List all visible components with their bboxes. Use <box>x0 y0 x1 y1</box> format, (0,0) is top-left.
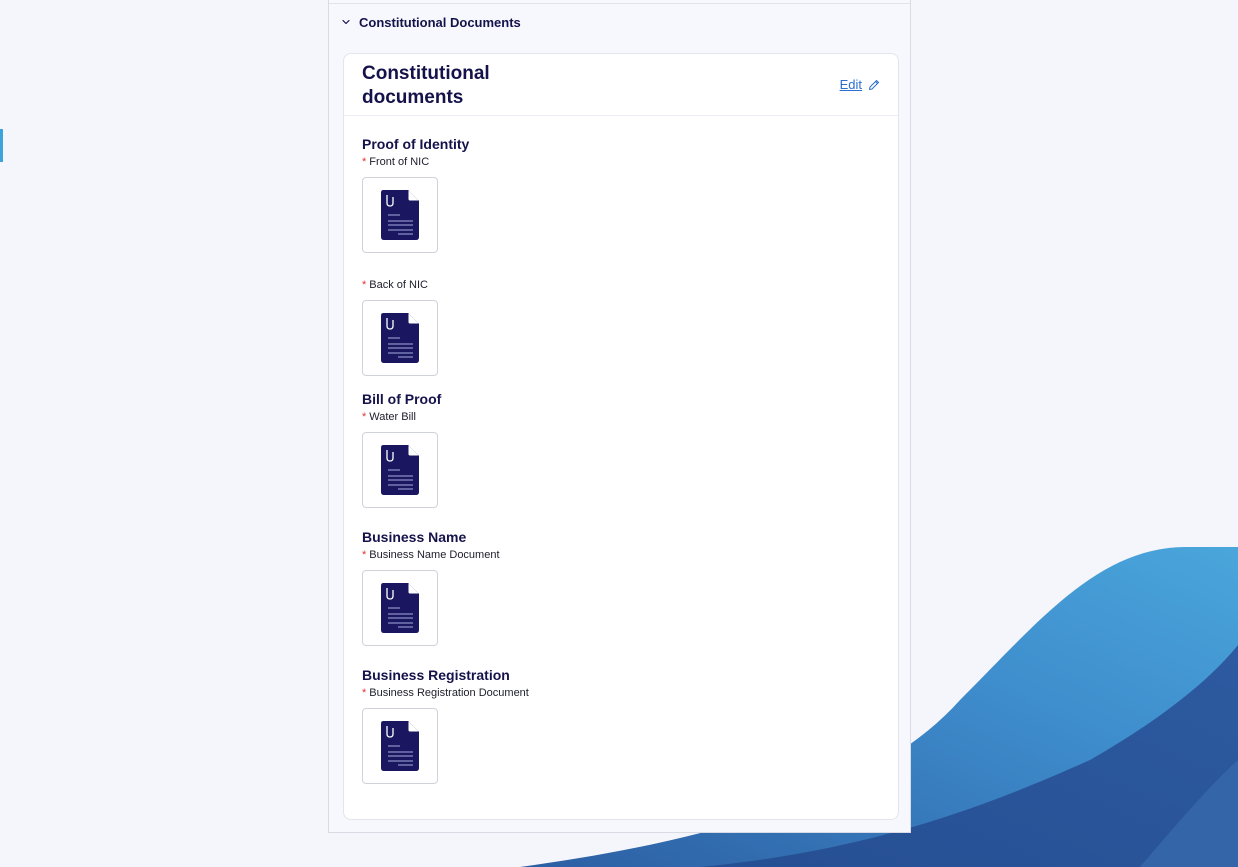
pencil-icon <box>869 79 879 90</box>
section-title: Business Name <box>362 529 467 545</box>
documents-card: Constitutional documents Edit Proof of I… <box>343 53 899 820</box>
section-proof-of-identity: Proof of Identity * Front of NIC * Back of… <box>362 135 469 376</box>
section-title: Bill of Proof <box>362 391 442 407</box>
document-icon <box>381 721 419 771</box>
required-marker: * <box>362 411 367 423</box>
document-thumbnail-front-of-nic[interactable] <box>362 177 438 253</box>
document-thumbnail-water-bill[interactable] <box>362 432 438 508</box>
section-title: Proof of Identity <box>362 136 470 152</box>
document-icon <box>381 313 419 363</box>
edit-label: Edit <box>839 77 862 92</box>
section-bill-of-proof: Bill of Proof * Water Bill <box>362 390 441 508</box>
card-header: Constitutional documents Edit <box>344 54 898 116</box>
required-marker: * <box>362 549 367 561</box>
document-icon <box>381 445 419 495</box>
required-marker: * <box>362 156 367 168</box>
accordion-title: Constitutional Documents <box>359 14 521 30</box>
document-thumbnail-back-of-nic[interactable] <box>362 300 438 376</box>
constitutional-documents-panel: Constitutional Documents Constitutional … <box>328 0 911 833</box>
field-label: * Front of NIC <box>362 156 430 168</box>
edit-button[interactable]: Edit <box>840 77 880 92</box>
document-thumbnail-business-registration[interactable] <box>362 708 438 784</box>
chevron-down-icon <box>342 19 350 25</box>
field-label: * Business Name Document <box>362 549 500 561</box>
card-title: Constitutional documents <box>362 63 490 108</box>
field-label: * Back of NIC <box>362 279 428 291</box>
accordion-header[interactable]: Constitutional Documents <box>329 3 910 40</box>
section-title: Business Registration <box>362 667 510 683</box>
section-business-registration: Business Registration * Business Registra… <box>362 666 529 784</box>
document-thumbnail-business-name[interactable] <box>362 570 438 646</box>
field-label: * Water Bill <box>362 411 416 423</box>
field-label: * Business Registration Document <box>362 687 529 699</box>
required-marker: * <box>362 687 367 699</box>
required-marker: * <box>362 279 367 291</box>
document-icon <box>381 583 419 633</box>
section-business-name: Business Name * Business Name Document <box>362 528 500 646</box>
document-icon <box>381 190 419 240</box>
active-nav-indicator <box>0 129 3 162</box>
